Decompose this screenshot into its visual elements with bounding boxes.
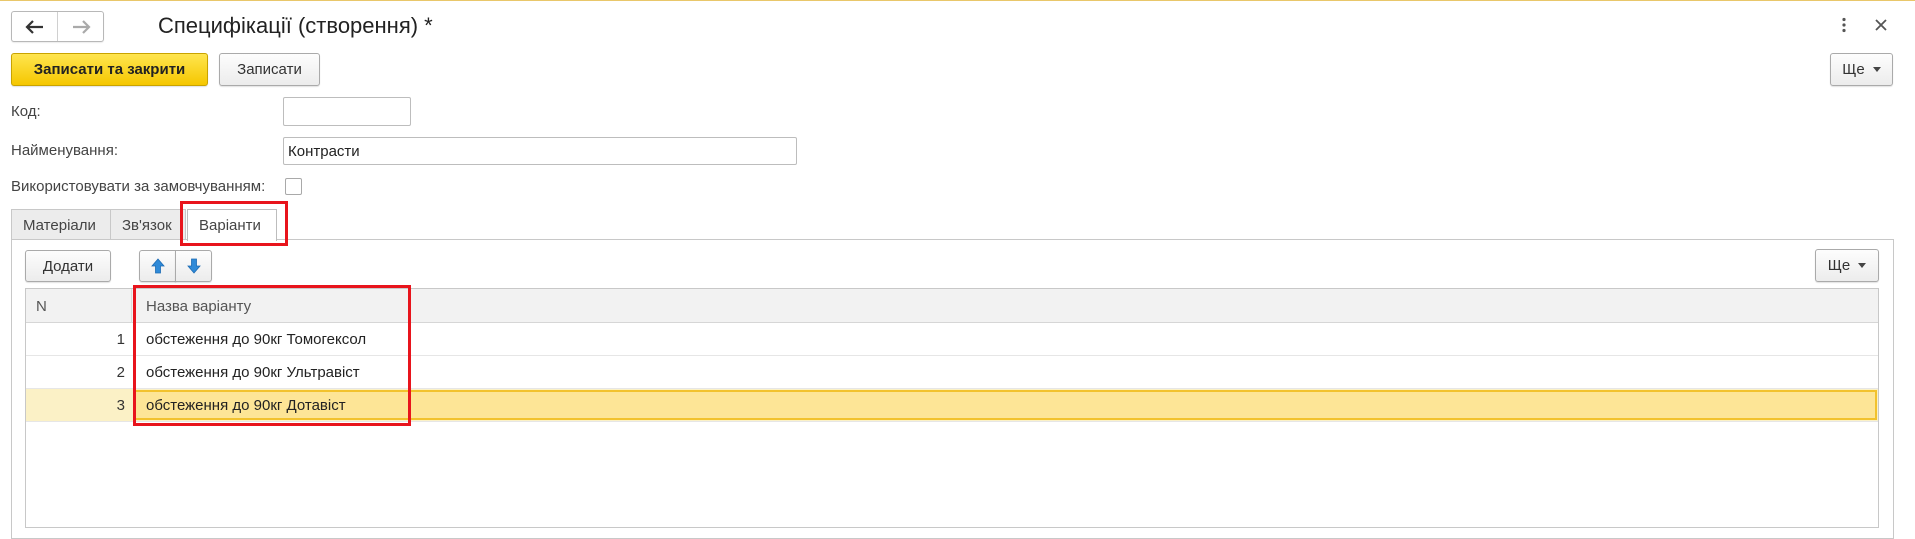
tab-materials-label: Матеріали <box>23 216 96 234</box>
column-header-n[interactable]: N <box>36 289 47 323</box>
variants-table: N Назва варіанту 1 обстеження до 90кг То… <box>25 288 1879 528</box>
table-row-selected[interactable]: 3 обстеження до 90кг Дотавіст <box>26 389 1878 422</box>
table-row[interactable]: 1 обстеження до 90кг Томогексол <box>26 323 1878 356</box>
move-up-button[interactable] <box>139 250 176 282</box>
more-button[interactable]: Ще <box>1830 53 1893 86</box>
arrow-down-icon <box>186 258 201 274</box>
tab-link-label: Зв'язок <box>122 216 172 234</box>
row-variant-name: обстеження до 90кг Томогексол <box>146 330 367 348</box>
save-label: Записати <box>237 61 302 78</box>
row-number: 2 <box>116 363 125 381</box>
tab-variants[interactable]: Варіанти <box>187 209 277 241</box>
vertical-dots-icon <box>1842 17 1846 33</box>
arrow-up-icon <box>150 258 165 274</box>
column-separator <box>131 289 132 323</box>
table-row[interactable]: 2 обстеження до 90кг Ультравіст <box>26 356 1878 389</box>
row-variant-name: обстеження до 90кг Дотавіст <box>146 396 346 414</box>
panel-more-label: Ще <box>1827 257 1851 274</box>
tab-materials[interactable]: Матеріали <box>11 209 111 240</box>
tab-variants-label: Варіанти <box>199 217 261 234</box>
chevron-down-icon <box>1858 263 1867 268</box>
code-field[interactable] <box>283 97 411 126</box>
close-icon <box>1875 19 1887 31</box>
window-menu-button[interactable] <box>1833 14 1855 36</box>
tab-link[interactable]: Зв'язок <box>110 209 186 240</box>
row-number: 3 <box>116 396 125 414</box>
more-label: Ще <box>1842 61 1865 78</box>
arrow-left-icon <box>24 19 43 34</box>
back-button[interactable] <box>12 12 57 41</box>
default-label: Використовувати за замовчуванням: <box>11 178 266 195</box>
code-label: Код: <box>11 103 41 120</box>
save-and-close-label: Записати та закрити <box>33 61 186 78</box>
column-header-name[interactable]: Назва варіанту <box>146 289 251 323</box>
arrow-right-icon <box>72 19 91 34</box>
move-down-button[interactable] <box>175 250 212 282</box>
close-button[interactable] <box>1870 14 1892 36</box>
chevron-down-icon <box>1872 67 1881 72</box>
table-header: N Назва варіанту <box>26 289 1878 323</box>
row-variant-name: обстеження до 90кг Ультравіст <box>146 363 360 381</box>
selected-cell-frame <box>133 390 1877 420</box>
panel-more-button[interactable]: Ще <box>1815 249 1879 282</box>
name-field[interactable]: Контрасти <box>283 137 797 165</box>
name-label: Найменування: <box>11 142 118 159</box>
forward-button[interactable] <box>57 12 103 41</box>
add-label: Додати <box>42 257 94 275</box>
window-title: Специфікації (створення) * <box>158 13 433 38</box>
row-number: 1 <box>116 330 125 348</box>
navigation-buttons <box>11 11 104 42</box>
save-button[interactable]: Записати <box>219 53 320 86</box>
add-button[interactable]: Додати <box>25 250 111 282</box>
default-checkbox[interactable] <box>285 178 302 195</box>
save-and-close-button[interactable]: Записати та закрити <box>11 53 208 86</box>
